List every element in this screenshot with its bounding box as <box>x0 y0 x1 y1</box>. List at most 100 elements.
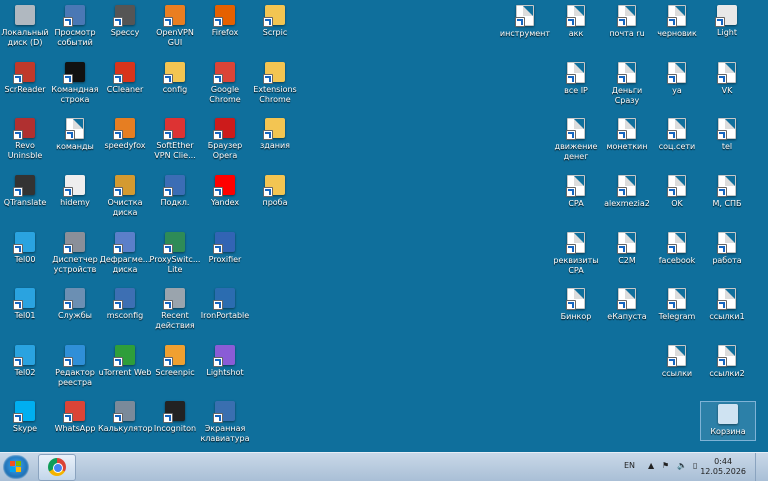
action-center-flag-icon[interactable]: ⚑ <box>662 461 669 470</box>
desktop-icon[interactable]: все IP <box>549 62 603 96</box>
desktop-icon[interactable]: Firefox <box>198 5 252 38</box>
desktop-icon[interactable]: монеткин <box>600 118 654 152</box>
desktop-icon[interactable]: работа <box>700 232 754 266</box>
desktop-icon[interactable]: Диспетчер устройств <box>48 232 102 275</box>
shortcut-arrow-icon <box>113 17 123 27</box>
desktop-icon[interactable]: Incogniton <box>148 401 202 434</box>
desktop-icon[interactable]: Дефрагме... диска <box>98 232 152 275</box>
desktop-icon[interactable]: соц.сети <box>650 118 704 152</box>
desktop-icon[interactable]: Tel01 <box>0 288 52 321</box>
desktop-icon[interactable]: ссылки <box>650 345 704 379</box>
desktop-icon[interactable]: Просмотр событий <box>48 5 102 48</box>
desktop-icon[interactable]: Screenpic <box>148 345 202 378</box>
desktop-icon-label: SoftEther VPN Clie... <box>154 141 196 160</box>
desktop-icon[interactable]: проба <box>248 175 302 208</box>
desktop-icon[interactable]: Подкл. <box>148 175 202 208</box>
desktop-icon[interactable]: VK <box>700 62 754 96</box>
file-icon <box>667 345 686 367</box>
desktop-icon[interactable]: инструмент <box>498 5 552 39</box>
desktop-icon[interactable]: OpenVPN GUI <box>148 5 202 48</box>
desktop-icon[interactable]: черновик <box>650 5 704 39</box>
desktop-icon[interactable]: М, СПБ <box>700 175 754 209</box>
desktop-icon[interactable]: OK <box>650 175 704 209</box>
desktop-icon[interactable]: Revo Uninsble <box>0 118 52 161</box>
desktop-icon[interactable]: Деньги Сразу <box>600 62 654 106</box>
start-button[interactable] <box>3 455 29 479</box>
softether-icon <box>163 118 185 140</box>
desktop-icon[interactable]: facebook <box>650 232 704 266</box>
desktop-icon[interactable]: ссылки2 <box>700 345 754 379</box>
desktop-icon[interactable]: QTranslate <box>0 175 52 208</box>
desktop-icon[interactable]: ProxySwitc... Lite <box>148 232 202 275</box>
taskbar-chrome-button[interactable] <box>38 454 76 481</box>
desktop-icon[interactable]: реквизиты CPA <box>549 232 603 276</box>
desktop-icon[interactable]: tel <box>700 118 754 152</box>
scrreader-icon <box>13 62 35 84</box>
desktop-icon[interactable]: speedyfox <box>98 118 152 151</box>
desktop-icon[interactable]: SoftEther VPN Clie... <box>148 118 202 161</box>
desktop-icon[interactable]: Локальный диск (D) <box>0 5 52 48</box>
desktop-icon[interactable]: config <box>148 62 202 95</box>
desktop-icon[interactable]: здания <box>248 118 302 151</box>
desktop-icon[interactable]: Редактор реестра <box>48 345 102 388</box>
desktop-icon[interactable]: Yandex <box>198 175 252 208</box>
network-icon[interactable]: ▯ <box>693 461 697 470</box>
shortcut-arrow-icon <box>717 187 727 197</box>
desktop-icon[interactable]: команды <box>48 118 102 152</box>
desktop-icon[interactable]: Scrpic <box>248 5 302 38</box>
desktop-icon[interactable]: msconfig <box>98 288 152 321</box>
desktop-icon[interactable]: движение денег <box>549 118 603 162</box>
desktop-icon[interactable]: Proxifier <box>198 232 252 265</box>
desktop-icon[interactable]: Telegram <box>650 288 704 322</box>
desktop-icon[interactable]: Очистка диска <box>98 175 152 218</box>
shortcut-arrow-icon <box>213 187 223 197</box>
desktop-icon[interactable]: Light <box>700 5 754 38</box>
desktop-icon-label: Light <box>717 28 737 37</box>
desktop-icon[interactable]: Extensions Chrome <box>248 62 302 105</box>
desktop-icon[interactable]: Tel00 <box>0 232 52 265</box>
desktop-icon-label: движение денег <box>554 142 598 161</box>
show-desktop-button[interactable] <box>755 453 768 481</box>
desktop-icon[interactable]: уа <box>650 62 704 96</box>
desktop-icon[interactable]: Skype <box>0 401 52 434</box>
desktop-icon[interactable]: hidemy <box>48 175 102 208</box>
desktop-icon[interactable]: Браузер Opera <box>198 118 252 161</box>
desktop-icon[interactable]: alexmezia2 <box>600 175 654 209</box>
lightshot-icon <box>213 345 235 367</box>
desktop-icon[interactable]: Экранная клавиатура <box>198 401 252 444</box>
desktop-icon-label: C2M <box>618 256 636 265</box>
tray-up-icon[interactable]: ▲ <box>648 461 654 470</box>
desktop-icon[interactable]: Калькулятор <box>98 401 153 434</box>
speaker-icon[interactable]: 🔈 <box>677 461 687 470</box>
desktop-icon[interactable]: акк <box>549 5 603 39</box>
desktop-icon[interactable]: ScrReader <box>0 62 52 95</box>
shortcut-arrow-icon <box>113 130 123 140</box>
desktop-icon[interactable]: почта ru <box>600 5 654 39</box>
desktop-icon[interactable]: Корзина <box>700 401 756 441</box>
desktop-icon[interactable]: Tel02 <box>0 345 52 378</box>
light-icon <box>715 5 737 27</box>
desktop-icon[interactable]: Speccy <box>98 5 152 38</box>
desktop-icon[interactable]: Бинкор <box>549 288 603 322</box>
shortcut-arrow-icon <box>213 413 223 423</box>
desktop-icon[interactable]: WhatsApp <box>48 401 102 434</box>
desktop-icon-label: Браузер Opera <box>207 141 243 160</box>
file-icon <box>667 288 686 310</box>
clock[interactable]: 0:44 12.05.2026 <box>700 457 746 477</box>
desktop-icon-label: Tel00 <box>14 255 36 264</box>
desktop-icon[interactable]: Google Chrome <box>198 62 252 105</box>
desktop-icon[interactable]: CCleaner <box>98 62 152 95</box>
desktop-icon[interactable]: uTorrent Web <box>98 345 152 378</box>
file-icon <box>617 118 636 140</box>
desktop-icon[interactable]: Командная строка <box>48 62 102 105</box>
shortcut-arrow-icon <box>113 300 123 310</box>
desktop-icon[interactable]: ссылки1 <box>700 288 754 322</box>
desktop-icon[interactable]: C2M <box>600 232 654 266</box>
desktop-icon[interactable]: Lightshot <box>198 345 252 378</box>
desktop-icon[interactable]: Recent действия <box>148 288 202 331</box>
desktop-icon[interactable]: еКапуста <box>600 288 654 322</box>
desktop-icon[interactable]: IronPortable <box>198 288 252 321</box>
desktop-icon[interactable]: CPA <box>549 175 603 209</box>
desktop-icon[interactable]: Службы <box>48 288 102 321</box>
language-indicator[interactable]: EN <box>624 461 635 470</box>
